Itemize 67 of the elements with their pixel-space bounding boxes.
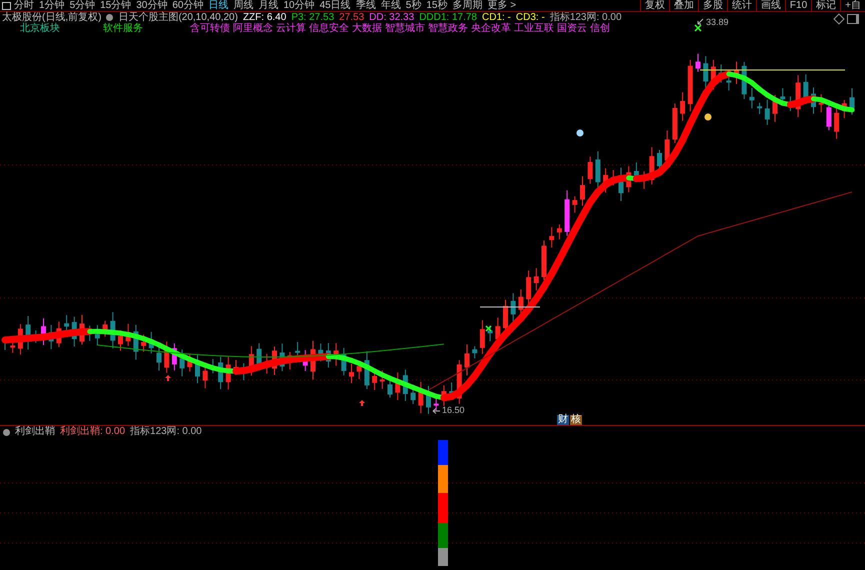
timeframe-tab[interactable]: 1分钟 bbox=[39, 0, 65, 11]
timeframe-tab[interactable]: 15分钟 bbox=[100, 0, 132, 11]
up-arrow-icon bbox=[165, 375, 171, 381]
timeframe-tab[interactable]: 日线 bbox=[208, 0, 228, 11]
toolbar-button[interactable]: 画线 bbox=[756, 0, 785, 11]
indicator-value: DD: 32.33 bbox=[369, 12, 414, 23]
timeframe-tab[interactable]: 5分钟 bbox=[70, 0, 96, 11]
indicator-value: DDD1: 17.78 bbox=[419, 12, 477, 23]
window-icon[interactable] bbox=[847, 14, 859, 24]
sector-tag[interactable]: 大数据 bbox=[352, 23, 382, 34]
sector-tag[interactable]: 信息安全 bbox=[309, 23, 349, 34]
timeframe-tab[interactable]: 60分钟 bbox=[172, 0, 204, 11]
indicator-value: 指标123网: 0.00 bbox=[550, 12, 622, 23]
sector-tag[interactable]: 软件服务 bbox=[103, 23, 143, 34]
low-price-label: 16.50 bbox=[442, 405, 465, 415]
sector-tag[interactable]: 北京板块 bbox=[20, 23, 60, 34]
sector-tag[interactable]: 信创 bbox=[590, 23, 610, 34]
toolbar-button[interactable]: 多股 bbox=[698, 0, 727, 11]
settings-icon[interactable] bbox=[106, 14, 114, 21]
timeframe-tab[interactable]: 5秒 bbox=[406, 0, 422, 11]
indicator-name[interactable]: 日天个股主图(20,10,40,20) bbox=[118, 12, 238, 23]
sector-tag[interactable]: 智慧城市 bbox=[385, 23, 425, 34]
indicator-value: CD3: - bbox=[516, 12, 545, 23]
up-arrow-icon bbox=[359, 400, 365, 406]
timeframe-tab[interactable]: 30分钟 bbox=[136, 0, 168, 11]
timeframe-tab[interactable]: 年线 bbox=[380, 0, 401, 11]
indicator-value: ZZF: 6.40 bbox=[242, 12, 286, 23]
pointer-arrow-icon bbox=[698, 18, 704, 24]
tag-badge[interactable]: 核 bbox=[570, 415, 582, 425]
support-line bbox=[480, 306, 540, 308]
sector-tag[interactable]: 云计算 bbox=[276, 23, 306, 34]
timeframe-tab[interactable]: 15秒 bbox=[426, 0, 448, 11]
toolbar-button[interactable]: 标记 bbox=[811, 0, 840, 11]
sector-tag[interactable]: 央企改革 bbox=[471, 23, 511, 34]
cross-mark-icon bbox=[485, 325, 492, 332]
timeframe-tab[interactable]: 分时 bbox=[14, 0, 34, 11]
sector-tag[interactable]: 含可转债 bbox=[190, 23, 230, 34]
dot-marker-icon bbox=[576, 130, 584, 136]
toolbar-button[interactable]: 复权 bbox=[640, 0, 669, 11]
sector-tag[interactable]: 工业互联 bbox=[514, 23, 554, 34]
indicator-value: CD1: - bbox=[482, 12, 511, 23]
sector-tag[interactable]: 智慧政务 bbox=[428, 23, 468, 34]
indicator-value: 指标123网: 0.00 bbox=[130, 426, 202, 438]
indicator-value: P3: 27.53 bbox=[291, 12, 334, 23]
settings-icon[interactable] bbox=[3, 428, 10, 436]
timeframe-tab[interactable]: 更多 > bbox=[487, 0, 516, 11]
pointer-arrow-icon bbox=[432, 408, 440, 414]
timeframe-tab[interactable]: 月线 bbox=[258, 0, 278, 11]
toolbar-button[interactable]: 叠加 bbox=[668, 0, 698, 11]
toolbar-button[interactable]: F10 bbox=[784, 0, 812, 11]
cross-mark-icon bbox=[694, 24, 702, 32]
tag-badge[interactable]: 财 bbox=[557, 415, 569, 425]
timeframe-tab[interactable]: 45日线 bbox=[320, 0, 351, 11]
indicator-value: 27.53 bbox=[339, 12, 364, 23]
high-price-label: 33.89 bbox=[706, 17, 729, 27]
timeframe-tab[interactable]: 10分钟 bbox=[284, 0, 315, 11]
coin-icon bbox=[704, 114, 712, 120]
layout-icon[interactable] bbox=[2, 2, 11, 10]
timeframe-tab[interactable]: 季线 bbox=[356, 0, 376, 11]
timeframe-tab[interactable]: 周线 bbox=[234, 0, 254, 11]
sector-tag[interactable]: 阿里概念 bbox=[233, 23, 273, 34]
indicator-value: 利剑出鞘: 0.00 bbox=[60, 426, 126, 438]
timeframe-tab[interactable]: 多周期 bbox=[452, 0, 482, 11]
sector-tag[interactable]: 国资云 bbox=[557, 23, 587, 34]
toolbar-button[interactable]: +自 bbox=[840, 0, 865, 11]
stock-title: 太极股份(日线,前复权) bbox=[2, 12, 102, 23]
indicator-name[interactable]: 利剑出鞘 bbox=[15, 426, 55, 438]
